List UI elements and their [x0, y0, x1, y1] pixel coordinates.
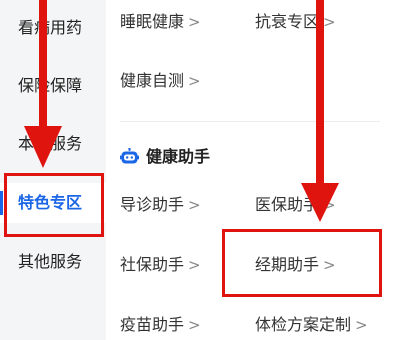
red-arrows: [24, 0, 339, 222]
arrow-down-icon: [24, 0, 62, 168]
arrow-down-icon: [301, 0, 339, 222]
